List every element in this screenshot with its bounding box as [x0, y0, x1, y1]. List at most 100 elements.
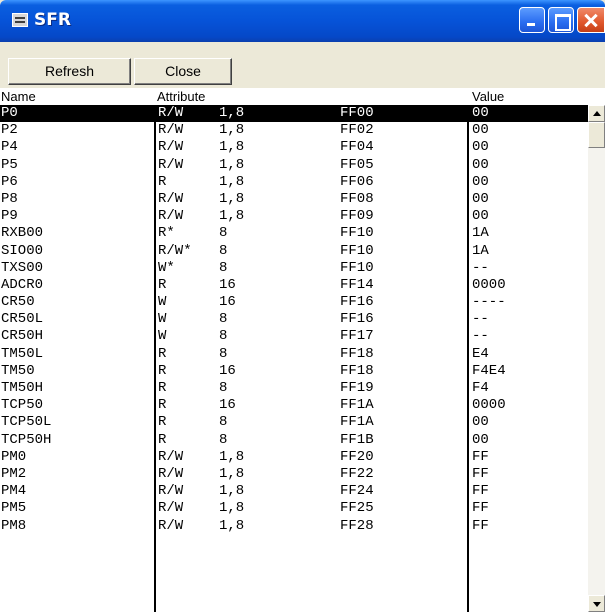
register-access: R/W — [158, 156, 184, 173]
register-name: SIO00 — [1, 242, 44, 259]
table-row[interactable]: P4 R/W 1,8 FF04 00 — [0, 139, 588, 156]
register-value[interactable]: FF — [472, 449, 489, 466]
column-header-value[interactable]: Value — [472, 88, 504, 105]
register-name: TM50H — [1, 380, 44, 396]
register-access: R — [158, 414, 167, 431]
column-header-attribute[interactable]: Attribute — [157, 88, 205, 105]
table-row[interactable]: CR50H W 8 FF17 -- — [0, 328, 588, 345]
register-value[interactable]: FF — [472, 483, 489, 500]
register-size: 8 — [219, 414, 228, 431]
register-name: CR50 — [1, 294, 35, 311]
register-size: 1,8 — [219, 465, 245, 482]
register-value[interactable]: 0000 — [472, 277, 506, 294]
register-value[interactable]: 00 — [472, 414, 489, 431]
list-header: Name Attribute Value — [0, 88, 605, 105]
register-value[interactable]: F4E4 — [472, 363, 506, 380]
register-access: R/W — [158, 483, 184, 500]
register-value[interactable]: 00 — [472, 157, 489, 174]
register-name: P6 — [1, 173, 18, 190]
register-value[interactable]: F4 — [472, 380, 489, 397]
table-row[interactable]: TCP50L R 8 FF1A 00 — [0, 414, 588, 431]
register-access: R/W — [158, 465, 184, 482]
register-value[interactable]: -- — [472, 260, 489, 277]
table-row[interactable]: TCP50H R 8 FF1B 00 — [0, 432, 588, 449]
register-name: P4 — [1, 139, 18, 156]
register-name: TM50L — [1, 345, 44, 362]
register-value[interactable]: 00 — [472, 105, 489, 122]
register-address: FF20 — [340, 448, 374, 465]
register-value[interactable]: E4 — [472, 346, 489, 363]
register-address: FF08 — [340, 190, 374, 207]
register-value[interactable]: 1A — [472, 225, 489, 242]
vertical-scrollbar[interactable] — [588, 105, 605, 612]
minimize-button[interactable] — [519, 7, 545, 33]
register-address: FF24 — [340, 483, 374, 500]
table-row[interactable]: P5 R/W 1,8 FF05 00 — [0, 157, 588, 174]
register-size: 8 — [219, 311, 228, 328]
register-size: 1,8 — [219, 156, 245, 173]
register-value[interactable]: 00 — [472, 208, 489, 225]
register-name: TXS00 — [1, 259, 44, 276]
window-app-icon[interactable] — [12, 13, 28, 27]
refresh-button[interactable]: Refresh — [8, 58, 131, 85]
register-address: FF10 — [340, 259, 374, 276]
table-row[interactable]: CR50L W 8 FF16 -- — [0, 311, 588, 328]
register-value[interactable]: 00 — [472, 191, 489, 208]
table-row[interactable]: TM50L R 8 FF18 E4 — [0, 346, 588, 363]
register-value[interactable]: -- — [472, 328, 489, 345]
close-button[interactable]: Close — [134, 58, 232, 85]
register-size: 8 — [219, 259, 228, 276]
table-row[interactable]: PM0 R/W 1,8 FF20 FF — [0, 449, 588, 466]
register-name: P8 — [1, 190, 18, 207]
table-row[interactable]: PM8 R/W 1,8 FF28 FF — [0, 518, 588, 535]
register-value[interactable]: 00 — [472, 432, 489, 449]
register-value[interactable]: ---- — [472, 294, 506, 311]
scroll-down-icon[interactable] — [588, 595, 605, 612]
table-row[interactable]: TXS00 W* 8 FF10 -- — [0, 260, 588, 277]
table-row[interactable]: RXB00 R* 8 FF10 1A — [0, 225, 588, 242]
register-access: R/W — [158, 448, 184, 465]
register-address: FF16 — [340, 311, 374, 328]
scroll-thumb[interactable] — [588, 122, 605, 148]
register-value[interactable]: -- — [472, 311, 489, 328]
table-row[interactable]: SIO00 R/W* 8 FF10 1A — [0, 243, 588, 260]
register-address: FF25 — [340, 500, 374, 517]
register-name: PM0 — [1, 448, 27, 465]
register-value[interactable]: 00 — [472, 122, 489, 139]
register-access: R/W — [158, 105, 184, 121]
register-value[interactable]: FF — [472, 500, 489, 517]
table-row[interactable]: PM4 R/W 1,8 FF24 FF — [0, 483, 588, 500]
register-name: PM8 — [1, 517, 27, 534]
table-row[interactable]: PM2 R/W 1,8 FF22 FF — [0, 466, 588, 483]
table-row[interactable]: P6 R 1,8 FF06 00 — [0, 174, 588, 191]
register-size: 1,8 — [219, 122, 245, 139]
register-value[interactable]: FF — [472, 466, 489, 483]
register-size: 8 — [219, 242, 228, 259]
register-value[interactable]: 0000 — [472, 397, 506, 414]
register-access: R/W — [158, 517, 184, 534]
table-row[interactable]: TM50 R 16 FF18 F4E4 — [0, 363, 588, 380]
table-row[interactable]: P8 R/W 1,8 FF08 00 — [0, 191, 588, 208]
close-window-button[interactable] — [577, 7, 605, 33]
table-row[interactable]: CR50 W 16 FF16 ---- — [0, 294, 588, 311]
register-value[interactable]: 00 — [472, 174, 489, 191]
table-row[interactable]: P2 R/W 1,8 FF02 00 — [0, 122, 588, 139]
register-name: TCP50H — [1, 431, 52, 448]
title-bar[interactable]: SFR — [0, 0, 605, 42]
table-row[interactable]: PM5 R/W 1,8 FF25 FF — [0, 500, 588, 517]
column-header-name[interactable]: Name — [1, 88, 36, 105]
table-row[interactable]: P0 R/W 1,8 FF00 00 — [0, 105, 588, 123]
table-row[interactable]: TCP50 R 16 FF1A 0000 — [0, 397, 588, 414]
window-title: SFR — [34, 10, 71, 30]
scroll-up-icon[interactable] — [588, 105, 605, 122]
register-value[interactable]: 00 — [472, 139, 489, 156]
table-row[interactable]: TM50H R 8 FF19 F4 — [0, 380, 588, 397]
table-row[interactable]: ADCR0 R 16 FF14 0000 — [0, 277, 588, 294]
register-name: PM5 — [1, 500, 27, 517]
maximize-button[interactable] — [548, 7, 574, 33]
register-value[interactable]: FF — [472, 518, 489, 535]
register-value[interactable]: 1A — [472, 243, 489, 260]
table-row[interactable]: P9 R/W 1,8 FF09 00 — [0, 208, 588, 225]
register-access: R — [158, 380, 167, 396]
register-size: 16 — [219, 276, 236, 293]
